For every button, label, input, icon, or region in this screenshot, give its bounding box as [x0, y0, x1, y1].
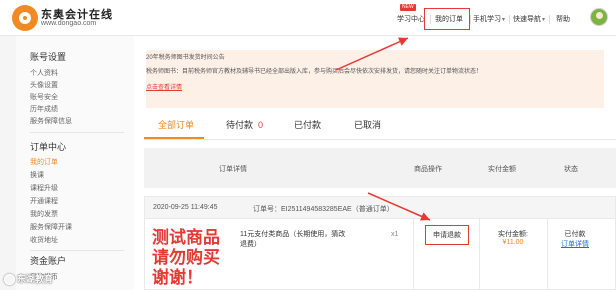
nav-mobile-study[interactable]: 手机学习▾: [473, 14, 505, 24]
column-divider: [547, 219, 548, 290]
tab-count: 0: [258, 120, 264, 130]
sidebar-item-my-orders[interactable]: 我的订单: [30, 157, 58, 167]
order-detail-link[interactable]: 订单详情: [550, 239, 600, 249]
new-badge: NEW: [400, 4, 416, 11]
order-date: 2020-09-25 11:49:45: [153, 204, 218, 211]
tab-pending-payment[interactable]: 待付款 0: [226, 118, 263, 131]
product-quantity: x1: [391, 231, 399, 238]
nav-divider: [549, 15, 550, 24]
column-divider: [413, 219, 414, 290]
sidebar-item-open-course[interactable]: 开通课程: [30, 196, 58, 206]
paid-amount-label: 实付金额:: [498, 231, 528, 238]
table-header: 订单详情 商品操作 实付金额 状态: [144, 148, 616, 188]
watermark: 东湖教育: [4, 272, 54, 286]
logo-icon[interactable]: [12, 5, 38, 31]
nav-quick-nav-label: 快速导航: [513, 16, 541, 23]
nav-divider: [470, 15, 471, 24]
sidebar-title-account: 账号设置: [30, 52, 67, 62]
tab-cancelled[interactable]: 已取消: [354, 118, 381, 131]
refund-button[interactable]: 申请退款: [425, 225, 469, 245]
tab-divider: [144, 139, 616, 140]
tab-label: 已取消: [354, 120, 382, 130]
nav-help[interactable]: 帮助: [556, 14, 570, 24]
sidebar: 账号设置 个人资料 头像设置 账号安全 历年成绩 服务保障信息 订单中心 我的订…: [16, 36, 134, 290]
header-detail: 订单详情: [219, 166, 247, 173]
my-orders-highlight-box: [424, 8, 470, 30]
sidebar-title-orders: 订单中心: [30, 142, 67, 152]
sidebar-title-assets: 资金账户: [30, 256, 67, 266]
tab-all-orders[interactable]: 全部订单: [158, 118, 194, 131]
product-description[interactable]: 11元支付类商品（长期使用，猜改退费）: [240, 230, 350, 250]
sidebar-item-upgrade[interactable]: 课程升级: [30, 183, 58, 193]
sidebar-item-change-course[interactable]: 换课: [30, 170, 44, 180]
column-divider: [479, 219, 480, 290]
sidebar-divider: [30, 132, 124, 133]
tab-label: 已付款: [294, 120, 322, 130]
watermark-logo-icon: [4, 274, 15, 286]
chevron-down-icon: ▾: [502, 17, 506, 23]
header-amount: 实付金额: [488, 166, 516, 173]
tab-label: 全部订单: [158, 120, 195, 130]
watermark-text: 东湖教育: [17, 274, 54, 284]
brand-domain: www.dongao.com: [41, 20, 97, 27]
order-info-bar: 2020-09-25 11:49:45 订单号：EI2511494583285E…: [145, 197, 615, 219]
nav-study-center[interactable]: 学习中心: [397, 14, 425, 24]
test-product-warning: 测试商品 请勿购买 谢谢！: [152, 228, 220, 288]
sidebar-item-security[interactable]: 账号安全: [30, 92, 58, 102]
sidebar-item-service[interactable]: 服务保障信息: [30, 116, 72, 126]
sidebar-item-service-course[interactable]: 服务保障开课: [30, 222, 72, 232]
avatar-icon[interactable]: [590, 8, 608, 26]
sidebar-item-address[interactable]: 收货地址: [30, 235, 58, 245]
notice-banner: 20年税务师图书发货时间公告 税务师图书：目前税务师官方教材及辅导书已经全部出版…: [146, 50, 604, 108]
order-status: 已付款: [564, 231, 586, 238]
paid-amount-value: ¥11.00: [502, 239, 524, 246]
header-status: 状态: [564, 166, 578, 173]
notice-title: 20年税务师图书发货时间公告: [146, 55, 225, 61]
sidebar-item-invoice[interactable]: 我的发票: [30, 209, 58, 219]
sidebar-item-scores[interactable]: 历年成绩: [30, 104, 58, 114]
notice-body: 税务师图书：目前税务师官方教材及辅导书已经全部出版入库，参与购买后会尽快依次安排…: [146, 69, 483, 75]
nav-mobile-study-label: 手机学习: [473, 16, 501, 23]
sidebar-item-profile[interactable]: 个人资料: [30, 68, 58, 78]
top-bar: 东奥会计在线 www.dongao.com NEW 学习中心 我的订单 手机学习…: [0, 0, 616, 36]
chevron-down-icon: ▾: [542, 17, 546, 23]
tab-paid[interactable]: 已付款: [294, 118, 321, 131]
nav-quick-nav[interactable]: 快速导航▾: [513, 14, 545, 24]
sidebar-item-avatar[interactable]: 头像设置: [30, 80, 58, 90]
tab-label: 待付款: [226, 120, 254, 130]
header-action: 商品操作: [414, 166, 442, 173]
notice-detail-link[interactable]: 点击查看详情: [146, 82, 182, 91]
sidebar-divider: [30, 250, 124, 251]
nav-divider: [509, 15, 510, 24]
order-number: 订单号：EI2511494583285EAE（普通订单）: [253, 206, 394, 213]
